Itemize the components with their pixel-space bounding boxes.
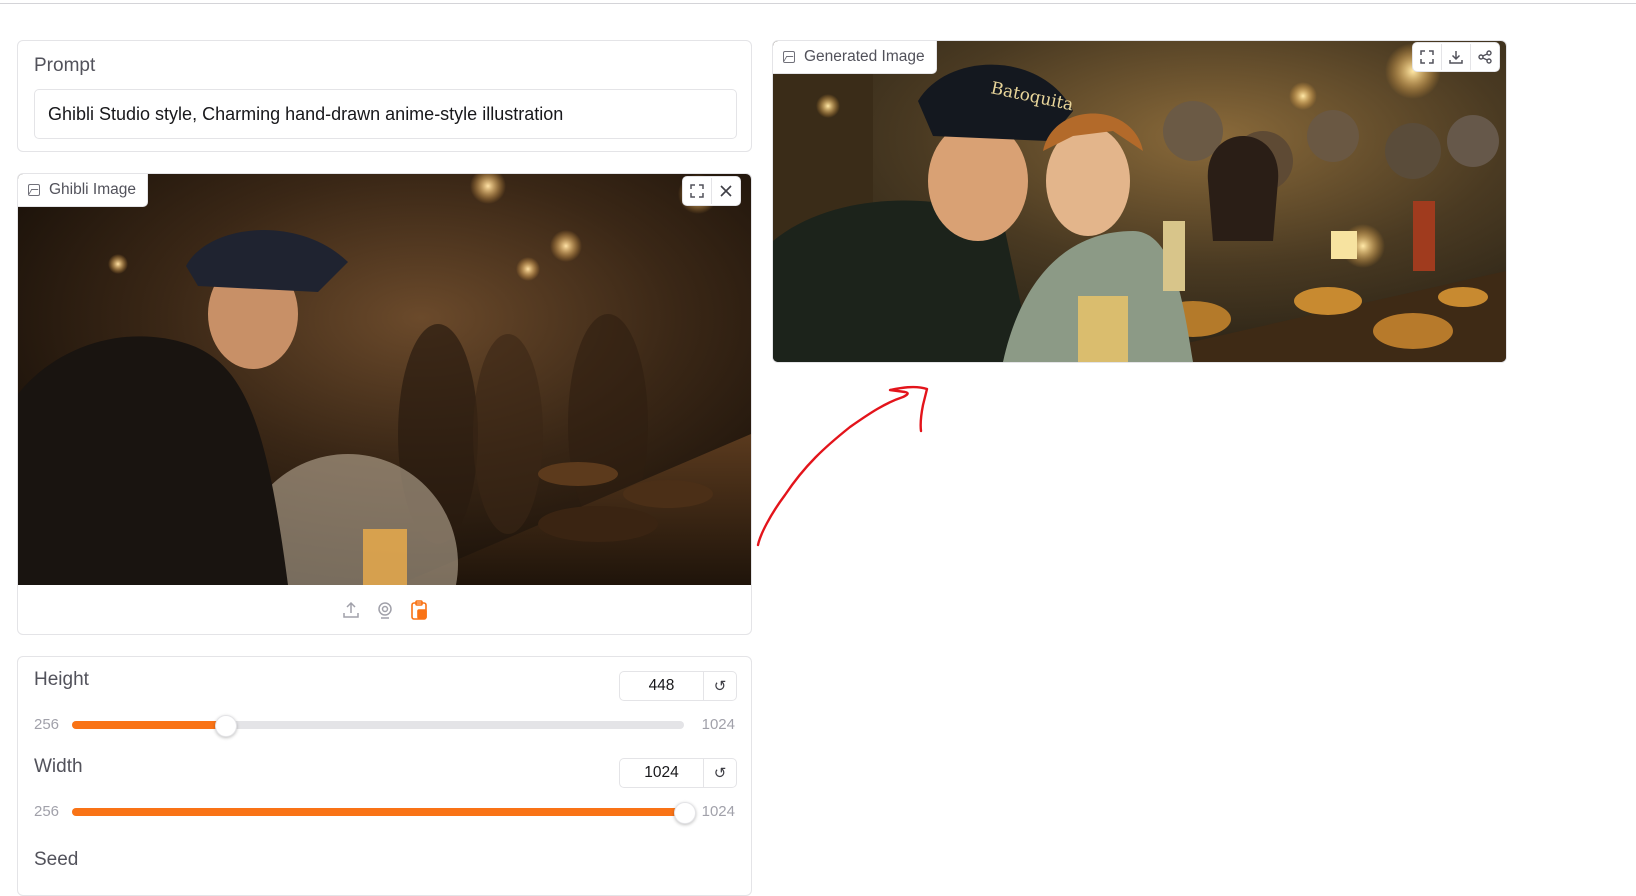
ghibli-image-label: Ghibli Image — [49, 181, 137, 198]
height-min: 256 — [34, 716, 60, 733]
ghibli-image-panel: Ghibli Image — [17, 173, 752, 635]
prompt-label: Prompt — [34, 55, 96, 76]
input-photo — [18, 174, 751, 585]
height-number-input[interactable]: 448 ↺ — [619, 671, 737, 701]
height-max: 1024 — [701, 716, 735, 733]
prompt-panel: Prompt Ghibli Studio style, Charming han… — [17, 40, 752, 152]
top-divider — [0, 0, 1636, 4]
image-icon — [28, 184, 40, 196]
output-image-toolbar — [1412, 42, 1500, 72]
width-slider-fill — [72, 808, 684, 816]
width-slider[interactable] — [72, 802, 696, 824]
clipboard-icon[interactable] — [409, 599, 429, 620]
width-slider-block: Width 1024 ↺ 256 1024 — [18, 744, 751, 834]
height-slider[interactable] — [72, 715, 684, 737]
ghibli-image-badge: Ghibli Image — [18, 174, 149, 207]
height-reset-icon[interactable]: ↺ — [703, 672, 736, 700]
generated-image: Batoquita — [773, 41, 1506, 362]
width-label: Width — [34, 756, 83, 777]
height-value[interactable]: 448 — [620, 672, 703, 700]
height-slider-fill — [72, 721, 225, 729]
annotation-arrow — [756, 385, 929, 547]
generated-image-panel: Batoquita Generated Image — [772, 40, 1507, 363]
input-image — [18, 174, 751, 585]
width-slider-thumb[interactable] — [674, 802, 696, 824]
height-slider-thumb[interactable] — [215, 715, 237, 737]
share-icon[interactable] — [1470, 44, 1499, 70]
webcam-icon[interactable] — [375, 600, 395, 620]
input-image-toolbar — [682, 176, 741, 206]
download-icon[interactable] — [1441, 44, 1470, 70]
settings-panel: Height 448 ↺ 256 1024 Width 1024 ↺ 256 1… — [17, 656, 752, 896]
width-number-input[interactable]: 1024 ↺ — [619, 758, 737, 788]
seed-label: Seed — [34, 849, 79, 870]
width-max: 1024 — [701, 803, 735, 820]
height-label: Height — [34, 669, 89, 690]
width-min: 256 — [34, 803, 60, 820]
close-icon[interactable] — [711, 178, 740, 204]
height-slider-block: Height 448 ↺ 256 1024 — [18, 657, 751, 747]
fullscreen-icon[interactable] — [1413, 44, 1441, 70]
image-icon — [783, 51, 795, 63]
upload-icon[interactable] — [341, 600, 361, 620]
width-value[interactable]: 1024 — [620, 759, 703, 787]
width-reset-icon[interactable]: ↺ — [703, 759, 736, 787]
generated-image-badge: Generated Image — [773, 41, 937, 74]
prompt-input[interactable]: Ghibli Studio style, Charming hand-drawn… — [34, 89, 737, 139]
generated-image-label: Generated Image — [804, 48, 925, 65]
image-source-bar — [18, 585, 751, 634]
fullscreen-icon[interactable] — [683, 178, 711, 204]
